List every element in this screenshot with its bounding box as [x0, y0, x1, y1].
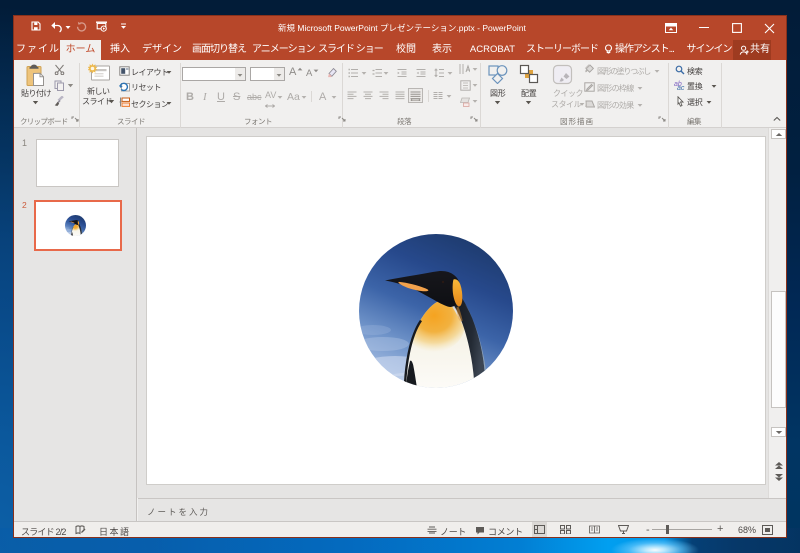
svg-text:ac: ac [677, 85, 685, 90]
